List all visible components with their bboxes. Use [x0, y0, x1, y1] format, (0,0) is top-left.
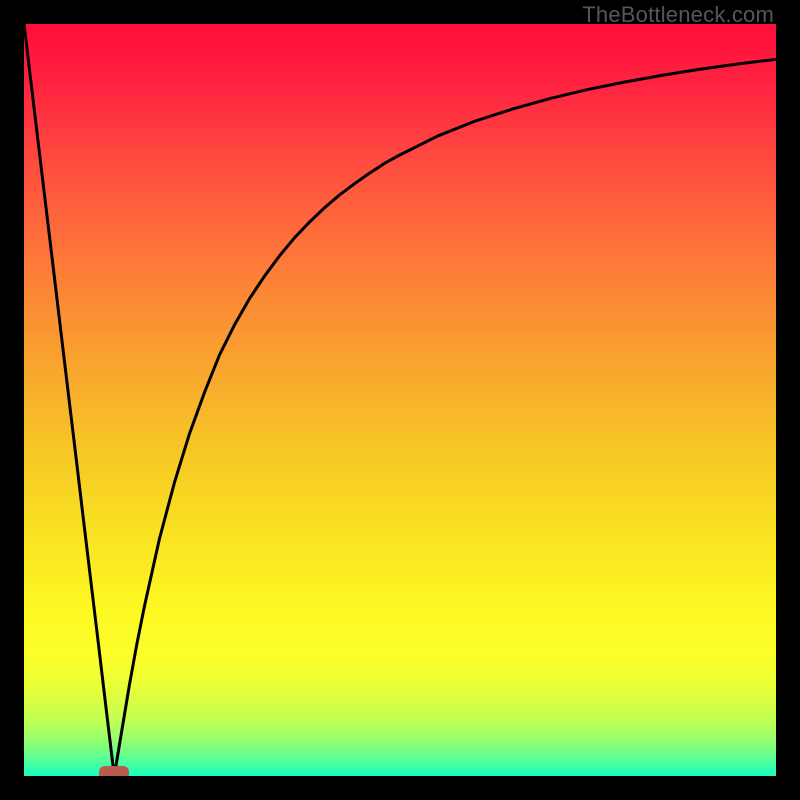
bottleneck-curve: [24, 24, 776, 776]
watermark-text: TheBottleneck.com: [582, 2, 774, 28]
optimum-marker: [99, 766, 129, 776]
plot-area: [24, 24, 776, 776]
